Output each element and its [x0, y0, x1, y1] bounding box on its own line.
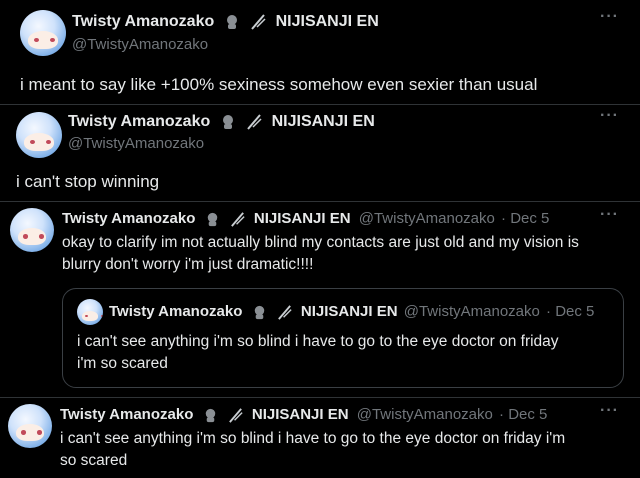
- display-name[interactable]: Twisty Amanozako NIJISANJI EN: [72, 13, 379, 31]
- affiliate-avatar-badge-icon: [254, 305, 264, 319]
- avatar[interactable]: [77, 299, 103, 325]
- timestamp[interactable]: · Dec 5: [499, 406, 547, 423]
- affiliate-avatar-badge-icon: [222, 115, 233, 129]
- display-name[interactable]: Twisty Amanozako NIJISANJI EN @TwistyAma…: [109, 303, 594, 321]
- avatar[interactable]: [8, 404, 52, 448]
- affiliate-avatar-badge-icon: [207, 212, 217, 226]
- nijisanji-logo-icon: [230, 211, 245, 227]
- nijisanji-logo-icon: [251, 14, 266, 30]
- affiliate-avatar-badge-icon: [226, 15, 237, 29]
- nijisanji-logo-icon: [247, 114, 262, 130]
- tweet-text: okay to clarify im not actually blind my…: [62, 234, 579, 273]
- quoted-tweet-text: i can't see anything i'm so blind i have…: [77, 333, 559, 372]
- tweet-text: i meant to say like +100% sexiness someh…: [20, 75, 538, 94]
- timestamp[interactable]: · Dec 5: [546, 303, 594, 320]
- more-options-icon[interactable]: ···: [600, 402, 619, 420]
- affiliate-avatar-badge-icon: [205, 408, 215, 422]
- more-options-icon[interactable]: ···: [600, 8, 619, 26]
- display-name[interactable]: Twisty Amanozako NIJISANJI EN @TwistyAma…: [60, 406, 547, 424]
- tweet-text: i can't see anything i'm so blind i have…: [60, 430, 566, 469]
- more-options-icon[interactable]: ···: [600, 107, 619, 125]
- avatar[interactable]: [20, 10, 66, 56]
- tweet-3[interactable]: Twisty Amanozako NIJISANJI EN @TwistyAma…: [0, 202, 640, 398]
- tweet-2[interactable]: Twisty Amanozako NIJISANJI EN @TwistyAma…: [0, 105, 640, 200]
- tweet-1[interactable]: Twisty Amanozako NIJISANJI EN @TwistyAma…: [0, 0, 640, 110]
- username-handle[interactable]: @TwistyAmanozako: [68, 135, 204, 152]
- username-handle[interactable]: @TwistyAmanozako: [404, 303, 540, 320]
- avatar[interactable]: [10, 208, 54, 252]
- display-name[interactable]: Twisty Amanozako NIJISANJI EN: [68, 113, 375, 131]
- avatar[interactable]: [16, 112, 62, 158]
- display-name[interactable]: Twisty Amanozako NIJISANJI EN @TwistyAma…: [62, 210, 549, 228]
- more-options-icon[interactable]: ···: [600, 206, 619, 224]
- nijisanji-logo-icon: [228, 407, 243, 423]
- tweet-4[interactable]: Twisty Amanozako NIJISANJI EN @TwistyAma…: [0, 398, 640, 478]
- tweet-text: i can't stop winning: [16, 172, 160, 191]
- quoted-tweet[interactable]: Twisty Amanozako NIJISANJI EN @TwistyAma…: [62, 288, 624, 388]
- username-handle[interactable]: @TwistyAmanozako: [357, 406, 493, 423]
- username-handle[interactable]: @TwistyAmanozako: [72, 36, 208, 53]
- timestamp[interactable]: · Dec 5: [501, 210, 549, 227]
- nijisanji-logo-icon: [277, 304, 292, 320]
- username-handle[interactable]: @TwistyAmanozako: [359, 210, 495, 227]
